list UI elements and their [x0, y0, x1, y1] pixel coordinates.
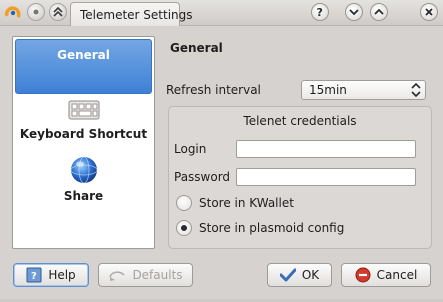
store-kwallet-label[interactable]: Store in KWallet [199, 196, 294, 210]
defaults-button[interactable]: Defaults [98, 263, 193, 287]
sidebar-item-keyboard-shortcut[interactable]: Keyboard Shortcut [15, 99, 152, 151]
cancel-icon [355, 267, 371, 283]
refresh-interval-select[interactable]: 15min [301, 80, 426, 100]
updown-arrows-icon [411, 82, 421, 98]
sidebar-item-label: Share [63, 189, 104, 203]
svg-text:?: ? [31, 271, 37, 282]
cancel-label: Cancel [376, 268, 418, 282]
window-title: Telemeter Settings [70, 2, 193, 26]
page-list[interactable]: General Keyboard Shortcut Share [12, 36, 155, 249]
page-title: General [170, 41, 223, 55]
store-plasmoid-radio[interactable] [176, 220, 192, 236]
maximize-icon[interactable] [370, 3, 388, 21]
check-icon [279, 268, 296, 282]
shade-icon[interactable] [345, 3, 363, 21]
close-icon[interactable] [420, 3, 438, 21]
password-label: Password [174, 170, 231, 184]
minimize-all-icon[interactable] [27, 3, 45, 21]
cancel-button[interactable]: Cancel [341, 263, 431, 287]
login-label: Login [174, 142, 207, 156]
sidebar-item-label: Keyboard Shortcut [19, 127, 148, 141]
store-kwallet-radio[interactable] [176, 195, 192, 211]
svg-text:?: ? [317, 6, 323, 18]
defaults-label: Defaults [132, 268, 183, 282]
keep-above-icon[interactable] [49, 3, 67, 21]
sidebar-item-general[interactable]: General [15, 39, 152, 94]
kde-app-icon[interactable] [4, 4, 22, 22]
help-button[interactable]: ? Help [13, 263, 89, 287]
ok-label: OK [301, 268, 320, 282]
password-field[interactable] [236, 168, 416, 186]
sidebar-item-label: General [57, 48, 110, 62]
help-book-icon: ? [26, 267, 42, 283]
help-icon[interactable]: ? [311, 3, 329, 21]
globe-icon [70, 156, 97, 184]
refresh-interval-label: Refresh interval [166, 83, 261, 97]
refresh-interval-value: 15min [309, 83, 347, 97]
store-plasmoid-text: Store in plasmoid config [199, 221, 345, 235]
ok-button[interactable]: OK [267, 263, 332, 287]
sidebar-item-share[interactable]: Share [15, 155, 152, 205]
help-label: Help [48, 268, 76, 282]
title-bar[interactable]: Telemeter Settings ? [0, 0, 443, 26]
login-field[interactable] [236, 140, 416, 158]
store-plasmoid-label[interactable]: Store in plasmoid config [199, 221, 344, 235]
defaults-icon [109, 271, 126, 281]
keyboard-icon [68, 100, 99, 120]
group-title: Telenet credentials [243, 114, 357, 128]
store-kwallet-text: Store in KWallet [199, 196, 294, 210]
